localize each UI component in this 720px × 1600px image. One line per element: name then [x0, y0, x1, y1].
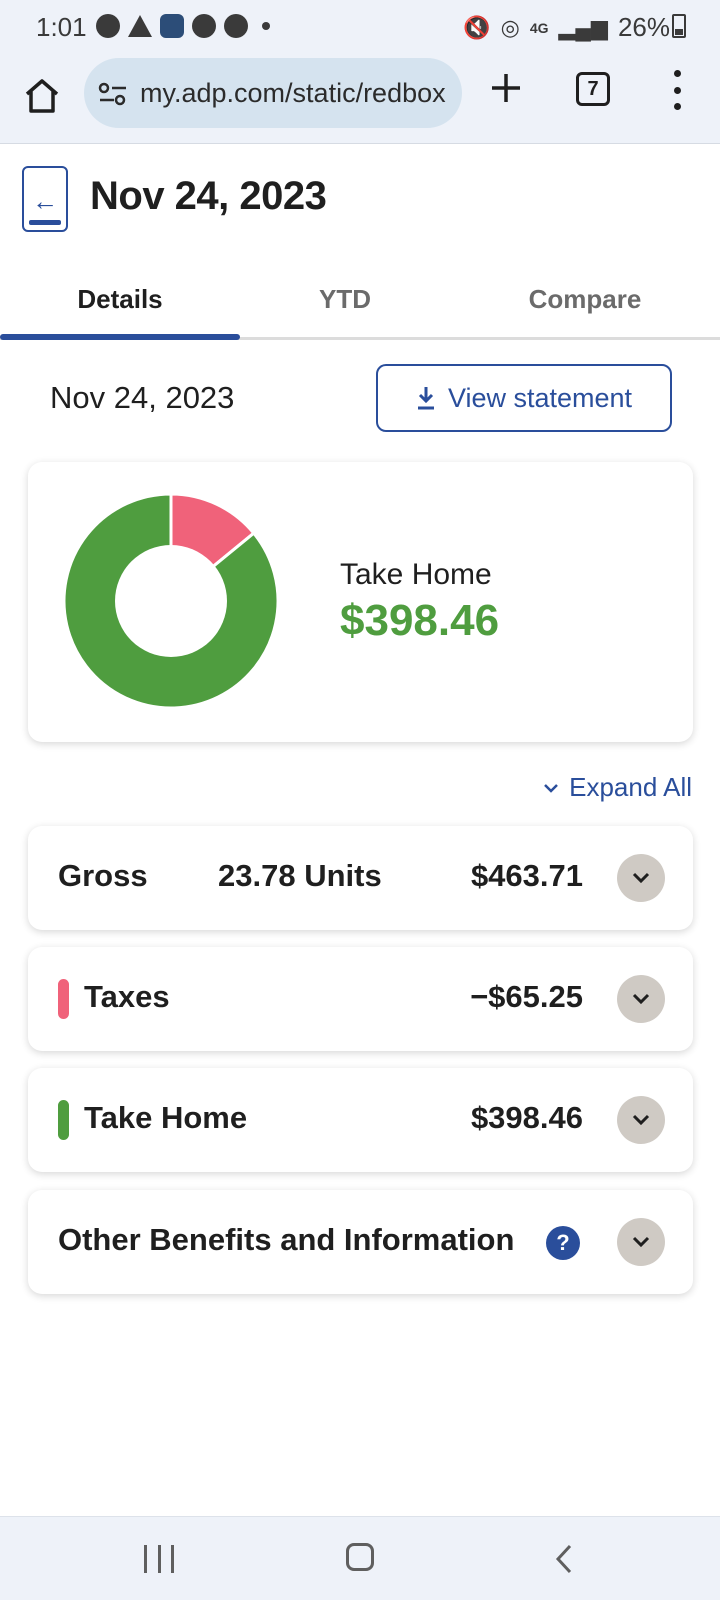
new-tab-icon[interactable]	[488, 70, 524, 106]
download-icon	[417, 387, 434, 410]
lte-icon: 4G	[529, 19, 549, 36]
summary-label: Take Home	[340, 558, 492, 591]
chevron-down-icon	[632, 993, 650, 1005]
tab-ytd[interactable]: YTD	[225, 284, 465, 315]
home-icon[interactable]	[22, 76, 62, 116]
system-navigation-bar	[0, 1516, 720, 1600]
message-icon	[96, 14, 120, 38]
view-statement-label: View statement	[447, 382, 633, 413]
arrow-left-icon: ←	[32, 186, 58, 216]
view-statement-button[interactable]: View statement	[376, 364, 672, 432]
mute-icon: 🔇	[463, 14, 491, 40]
other-benefits-label: Other Benefits and Information	[58, 1222, 515, 1257]
expand-all-link[interactable]: Expand All	[543, 772, 692, 803]
help-icon[interactable]: ?	[546, 1226, 580, 1260]
expand-gross-button[interactable]	[617, 854, 665, 902]
back-button[interactable]: ←	[22, 166, 68, 232]
recent-apps-icon[interactable]	[144, 1545, 174, 1573]
battery-percent: 26%	[617, 12, 670, 42]
tab-compare[interactable]: Compare	[465, 284, 705, 315]
chevron-down-icon	[544, 783, 559, 793]
taxes-row[interactable]: Taxes −$65.25	[28, 947, 693, 1051]
take-home-label: Take Home	[84, 1100, 248, 1135]
taxes-color-marker	[58, 979, 69, 1019]
gross-label: Gross	[58, 858, 148, 893]
gross-row[interactable]: Gross 23.78 Units $463.71	[28, 826, 693, 930]
system-icons: 🔇 ◎ 4G ▂▄▆ 26%	[463, 12, 670, 43]
chrome-icon	[192, 14, 216, 38]
take-home-row[interactable]: Take Home $398.46	[28, 1068, 693, 1172]
expand-take-home-button[interactable]	[617, 1096, 665, 1144]
url-text[interactable]: my.adp.com/static/redbox	[140, 78, 446, 109]
tab-bar: Details YTD Compare	[0, 276, 720, 340]
back-nav-icon[interactable]	[552, 1543, 576, 1575]
take-home-color-marker	[58, 1100, 69, 1140]
status-time: 1:01	[36, 12, 87, 42]
take-home-summary-card: Take Home $398.46	[28, 462, 693, 742]
taxes-label: Taxes	[84, 979, 170, 1014]
taxes-amount: −$65.25	[470, 979, 583, 1014]
expand-all-label: Expand All	[569, 772, 692, 802]
signal-icon: ▂▄▆	[558, 14, 608, 40]
dot-icon	[262, 22, 270, 30]
gross-units: 23.78 Units	[218, 858, 382, 893]
page-title: Nov 24, 2023	[90, 174, 327, 218]
warning-icon	[128, 15, 152, 37]
expand-other-benefits-button[interactable]	[617, 1218, 665, 1266]
take-home-amount: $398.46	[340, 596, 500, 645]
battery-icon	[672, 14, 686, 38]
pay-breakdown-donut-chart	[62, 492, 280, 710]
chrome-icon	[224, 14, 248, 38]
chevron-down-icon	[632, 872, 650, 884]
home-nav-icon[interactable]	[346, 1543, 374, 1571]
browser-toolbar: my.adp.com/static/redbox 7	[0, 52, 720, 144]
hotspot-icon: ◎	[500, 14, 520, 40]
notification-icons	[96, 14, 270, 38]
active-tab-indicator	[0, 334, 240, 340]
site-settings-icon[interactable]	[98, 82, 128, 106]
statement-date: Nov 24, 2023	[50, 380, 235, 415]
tab-switcher-button[interactable]: 7	[576, 72, 610, 106]
browser-menu-icon[interactable]	[670, 70, 684, 110]
chevron-down-icon	[632, 1236, 650, 1248]
expand-taxes-button[interactable]	[617, 975, 665, 1023]
take-home-row-amount: $398.46	[470, 1100, 583, 1135]
address-bar[interactable]: my.adp.com/static/redbox	[84, 58, 462, 128]
other-benefits-row[interactable]: Other Benefits and Information ?	[28, 1190, 693, 1294]
amazon-icon	[160, 14, 184, 38]
status-bar: 1:01 🔇 ◎ 4G ▂▄▆ 26%	[0, 0, 720, 52]
chevron-down-icon	[632, 1114, 650, 1126]
tab-details[interactable]: Details	[0, 284, 240, 315]
gross-amount: $463.71	[470, 858, 583, 893]
